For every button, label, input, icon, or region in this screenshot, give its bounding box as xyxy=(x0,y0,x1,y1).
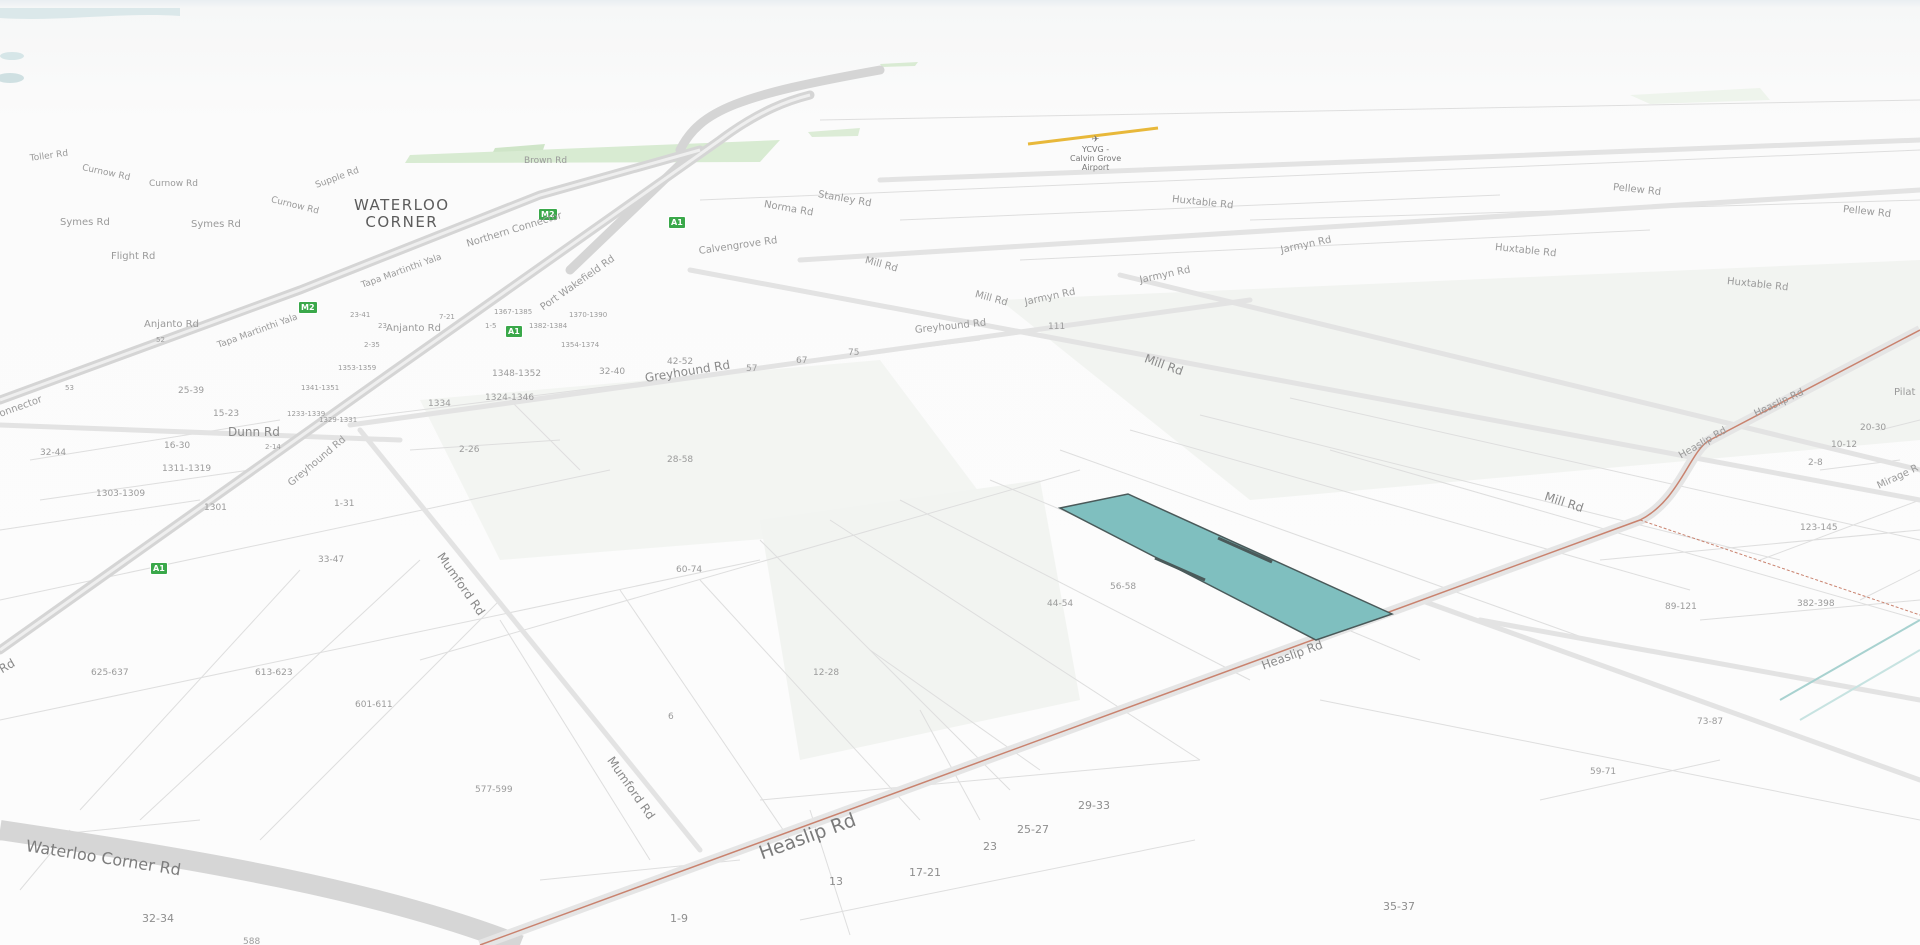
lot-label: 75 xyxy=(848,348,860,358)
suburb-line1: WATERLOO xyxy=(354,196,450,214)
lot-label: 23 xyxy=(378,322,387,330)
lot-label: 23-41 xyxy=(350,311,371,319)
greenspace xyxy=(880,62,918,67)
lot-label: 89-121 xyxy=(1665,602,1697,612)
airport-icon: ✈ xyxy=(1091,135,1100,145)
waterway xyxy=(1799,649,1920,721)
road-label-anjanto: Anjanto Rd xyxy=(144,319,199,330)
lot-label: 6 xyxy=(668,712,674,722)
lot-label: 32-40 xyxy=(599,367,626,377)
road-label-pilat: Pilat xyxy=(1894,387,1916,398)
road-label-flight: Flight Rd xyxy=(111,251,156,262)
lot-label: 35-37 xyxy=(1383,900,1415,913)
lot-label: 33-47 xyxy=(318,555,345,565)
lot-label: 59-71 xyxy=(1590,767,1617,777)
lot-label: 32-34 xyxy=(142,912,174,925)
lot-label: 10-12 xyxy=(1831,440,1858,450)
road-label-dunn: Dunn Rd xyxy=(228,425,280,439)
lot-label: 1311-1319 xyxy=(162,464,212,474)
m2-shield: M2 xyxy=(298,301,318,314)
lot-label: 20-30 xyxy=(1860,423,1887,433)
lot-label: 25-27 xyxy=(1017,823,1049,836)
lot-label: 1348-1352 xyxy=(492,369,542,379)
lot-label: 56-58 xyxy=(1110,582,1137,592)
lot-label: 32-44 xyxy=(40,448,67,458)
lot-label: 1367-1385 xyxy=(494,308,533,316)
greenspace-brown-rd xyxy=(405,140,780,163)
lot-label: 25-39 xyxy=(178,386,205,396)
lot-label: 53 xyxy=(65,384,74,392)
road-label-symes: Symes Rd xyxy=(60,217,110,228)
lot-label: 1-9 xyxy=(670,912,688,925)
lot-label: 60-74 xyxy=(676,565,703,575)
lot-label: 12-28 xyxy=(813,668,840,678)
a1-shield: A1 xyxy=(505,325,523,338)
lot-label: 2-14 xyxy=(265,443,281,451)
water xyxy=(0,73,24,83)
road-label-brown: Brown Rd xyxy=(524,156,568,166)
lot-label: 23 xyxy=(983,840,997,853)
lot-label: 1382-1384 xyxy=(529,322,568,330)
lot-label: 382-398 xyxy=(1797,599,1835,609)
airport-line3: Airport xyxy=(1081,163,1110,172)
lot-label: 29-33 xyxy=(1078,799,1110,812)
lot-label: 1303-1309 xyxy=(96,489,146,499)
lot-label: 1-31 xyxy=(334,499,355,509)
lot-label: 613-623 xyxy=(255,668,293,678)
map-canvas[interactable]: WATERLOO CORNER ✈ YCVG - Calvin Grove Ai… xyxy=(0,0,1920,945)
water xyxy=(0,8,180,19)
lot-label: 57 xyxy=(746,364,758,374)
lot-label: 111 xyxy=(1048,322,1066,332)
lot-label: 2-26 xyxy=(459,445,480,455)
lot-label: 577-599 xyxy=(475,785,513,795)
greenspace xyxy=(1630,88,1770,104)
lot-label: 1-5 xyxy=(485,322,497,330)
lot-label: 67 xyxy=(796,356,808,366)
lot-label: 123-145 xyxy=(1800,523,1838,533)
selected-parcel[interactable] xyxy=(1057,493,1395,641)
lot-label: 1370-1390 xyxy=(569,311,608,319)
lot-label: 17-21 xyxy=(909,866,941,879)
lot-label: 601-611 xyxy=(355,700,393,710)
lot-label: 2-8 xyxy=(1808,458,1823,468)
lot-label: 1329-1331 xyxy=(319,416,358,424)
lot-label: 1341-1351 xyxy=(301,384,340,392)
lot-label: 1324-1346 xyxy=(485,393,535,403)
a1-shield: A1 xyxy=(150,562,168,575)
lot-label: 42-52 xyxy=(667,357,694,367)
lot-label: 73-87 xyxy=(1697,717,1724,727)
lot-label: 1354-1374 xyxy=(561,341,600,349)
lot-label: 16-30 xyxy=(164,441,191,451)
lot-label: 13 xyxy=(829,875,843,888)
lot-label: 2-35 xyxy=(364,341,380,349)
map-layer xyxy=(0,8,1920,945)
suburb-label: WATERLOO CORNER xyxy=(354,197,450,231)
suburb-line2: CORNER xyxy=(365,213,439,231)
lot-label: 7-21 xyxy=(439,313,455,321)
airport-line1: YCVG - xyxy=(1082,145,1110,154)
lot-label: 28-58 xyxy=(667,455,694,465)
road-label-symes: Symes Rd xyxy=(191,219,241,230)
lot-label: 44-54 xyxy=(1047,599,1074,609)
greenspace xyxy=(808,128,860,137)
road-label-curnow: Curnow Rd xyxy=(149,179,198,189)
lot-label: 1353-1359 xyxy=(338,364,377,372)
lot-label: 588 xyxy=(243,937,261,945)
airport-label[interactable]: ✈ YCVG - Calvin Grove Airport xyxy=(1070,135,1122,173)
lot-label: 625-637 xyxy=(91,668,129,678)
lot-label: 15-23 xyxy=(213,409,240,419)
airport-line2: Calvin Grove xyxy=(1070,154,1122,163)
lot-label: 1334 xyxy=(428,399,451,409)
farmland-zone xyxy=(760,480,1080,760)
lot-label: 52 xyxy=(156,336,165,344)
road-label-anjanto: Anjanto Rd xyxy=(386,323,441,334)
a1-shield: A1 xyxy=(668,216,686,229)
lot-label: 1301 xyxy=(204,503,227,513)
farmland-zone xyxy=(1000,260,1920,500)
water xyxy=(0,52,24,60)
